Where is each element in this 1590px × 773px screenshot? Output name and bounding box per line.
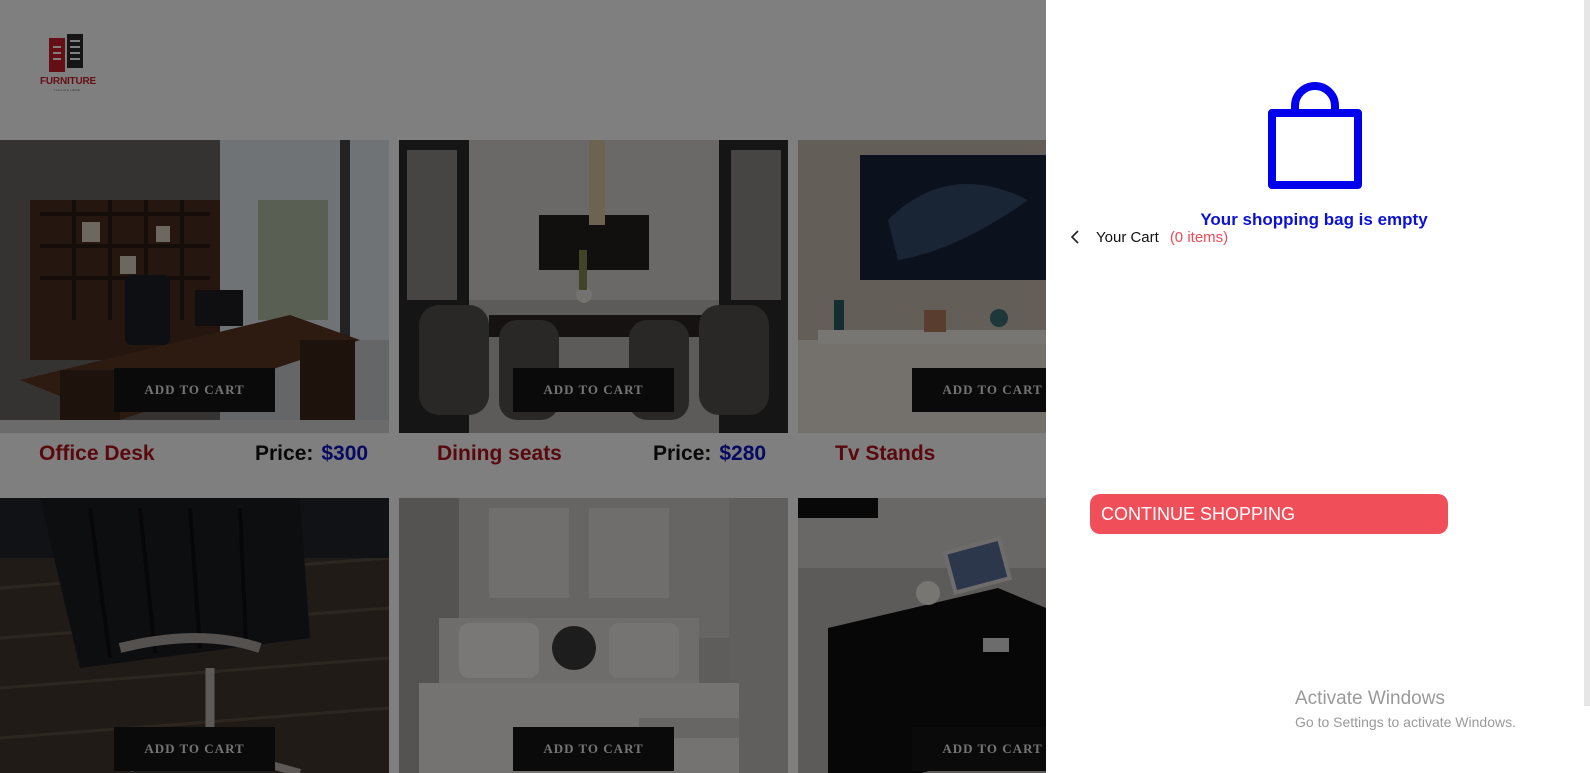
shopping-bag-icon — [1268, 82, 1362, 189]
cart-back-header[interactable]: Your Cart (0 items) — [1068, 227, 1228, 247]
continue-shopping-button[interactable]: CONTINUE SHOPPING — [1090, 494, 1448, 534]
watermark-subtitle: Go to Settings to activate Windows. — [1295, 714, 1516, 730]
page: FURNITURE TAGLINE HERE — [0, 0, 1590, 773]
windows-activation-watermark: Activate Windows Go to Settings to activ… — [1295, 688, 1516, 730]
modal-backdrop[interactable] — [0, 0, 1046, 773]
cart-title: Your Cart — [1096, 228, 1159, 246]
cart-item-count: (0 items) — [1169, 228, 1229, 246]
chevron-left-icon[interactable] — [1068, 229, 1084, 245]
vertical-scrollbar[interactable] — [1584, 0, 1590, 706]
watermark-title: Activate Windows — [1295, 688, 1445, 709]
cart-drawer: Your shopping bag is empty Your Cart (0 … — [1046, 0, 1590, 773]
